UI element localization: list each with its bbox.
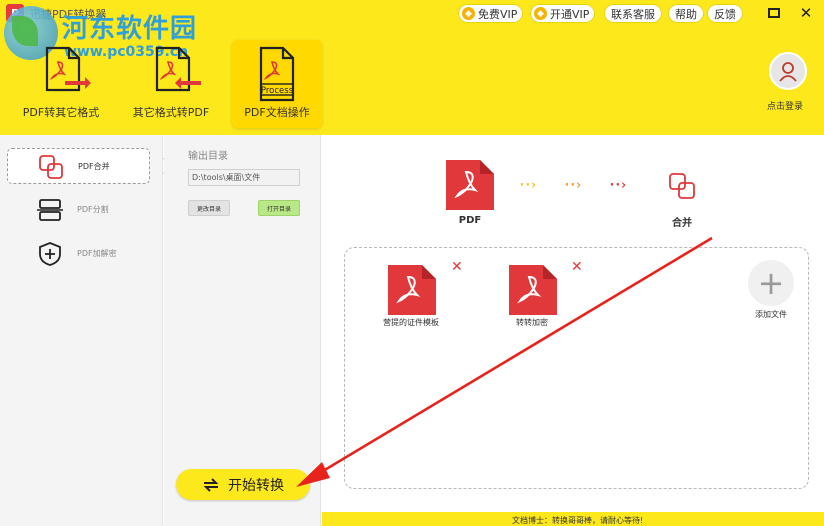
app-logo-icon: P: [6, 4, 24, 22]
maximize-button[interactable]: [764, 4, 784, 22]
sidebar-item-pdf-split[interactable]: PDF分割: [7, 192, 150, 228]
feedback-button[interactable]: 反馈: [707, 4, 743, 23]
tab-label: 其它格式转PDF: [132, 106, 210, 119]
free-vip-label: 免费VIP: [478, 7, 518, 21]
tab-pdf-to-other[interactable]: PDF转其它格式: [16, 40, 106, 128]
pdf-to-other-icon: [45, 46, 91, 92]
tab-label: PDF转其它格式: [22, 106, 100, 119]
close-icon: ✕: [799, 4, 813, 22]
pdf-file-icon: [446, 160, 494, 210]
remove-file-icon[interactable]: ✕: [571, 259, 583, 275]
flow-target-label: 合并: [672, 218, 692, 229]
start-convert-label: 开始转换: [228, 477, 284, 494]
user-icon: [779, 62, 797, 82]
contact-support-button[interactable]: 联系客服: [604, 4, 662, 23]
output-path-input[interactable]: D:\tools\桌面\文件: [188, 169, 300, 186]
feedback-label: 反馈: [714, 7, 736, 21]
sidebar-item-label: PDF分割: [77, 205, 109, 214]
open-dir-button[interactable]: 打开目录: [258, 200, 300, 216]
flow-arrow-icon: ··›: [563, 178, 583, 193]
pdf-process-icon: Process: [259, 46, 295, 102]
other-to-pdf-icon: [155, 46, 201, 92]
status-bar: 文档博士：转换哥哥棒，请耐心等待!: [322, 512, 824, 526]
change-dir-button[interactable]: 更改目录: [188, 200, 230, 216]
close-button[interactable]: ✕: [796, 4, 816, 22]
sidebar-item-pdf-merge[interactable]: PDF合并: [7, 148, 150, 184]
file-name: 营提的证件模板: [383, 318, 439, 327]
settings-panel: [164, 135, 321, 526]
pdf-file-icon: [509, 265, 557, 315]
sidebar-item-label: PDF合并: [78, 162, 110, 171]
split-icon: [37, 199, 63, 221]
tab-other-to-pdf[interactable]: 其它格式转PDF: [126, 40, 216, 128]
sidebar-item-label: PDF加解密: [77, 249, 117, 258]
process-icon-text: Process: [261, 86, 294, 96]
status-tip: 文档博士：转换哥哥棒，请耐心等待!: [512, 516, 644, 525]
sidebar-item-pdf-encrypt[interactable]: PDF加解密: [7, 236, 150, 272]
vip-icon: ◆: [534, 7, 547, 20]
help-label: 帮助: [675, 7, 697, 21]
shield-icon: [39, 242, 61, 266]
convert-arrows-icon: [203, 477, 219, 492]
file-item[interactable]: ✕ 营提的证件模板: [376, 259, 463, 335]
app-title: 迅捷PDF转换器: [30, 8, 107, 21]
login-button[interactable]: 点击登录: [766, 52, 810, 112]
plus-icon: +: [757, 264, 785, 302]
file-item[interactable]: ✕ 转转加密: [497, 259, 583, 335]
open-vip-label: 开通VIP: [550, 7, 590, 21]
file-name: 转转加密: [516, 318, 548, 327]
add-file-button[interactable]: +: [748, 260, 794, 306]
flow-arrow-icon: ··›: [608, 178, 628, 193]
add-file-label: 添加文件: [755, 310, 787, 319]
free-vip-button[interactable]: ◆ 免费VIP: [458, 4, 524, 23]
merge-result-icon: [669, 173, 695, 199]
remove-file-icon[interactable]: ✕: [451, 259, 463, 275]
contact-label: 联系客服: [611, 7, 655, 21]
start-convert-button[interactable]: 开始转换: [176, 469, 310, 500]
merge-icon: [39, 155, 63, 179]
flow-source-label: PDF: [458, 215, 482, 226]
maximize-icon: [768, 8, 780, 18]
login-label: 点击登录: [766, 102, 803, 112]
vip-icon: ◆: [462, 7, 475, 20]
help-button[interactable]: 帮助: [668, 4, 704, 23]
avatar: [769, 52, 807, 90]
output-dir-label: 输出目录: [188, 151, 228, 162]
flow-arrow-icon: ··›: [518, 178, 538, 193]
tab-label: PDF文档操作: [244, 106, 310, 119]
tab-pdf-document-ops[interactable]: Process PDF文档操作: [232, 40, 322, 128]
open-vip-button[interactable]: ◆ 开通VIP: [530, 4, 596, 23]
pdf-file-icon: [388, 265, 436, 315]
